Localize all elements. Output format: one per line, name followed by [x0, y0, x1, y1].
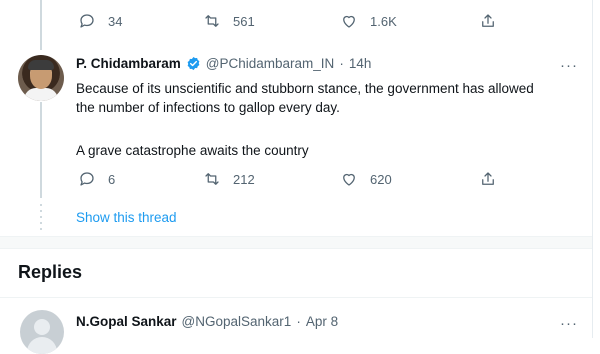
retweet-count: 561: [233, 13, 255, 29]
retweet-icon: [205, 173, 219, 185]
section-divider: [0, 236, 592, 249]
author-handle[interactable]: @PChidambaram_IN: [206, 56, 335, 71]
reply-count: 6: [108, 171, 116, 187]
tweet-time[interactable]: 14h: [349, 56, 372, 71]
divider: [0, 297, 592, 298]
avatar-shirt: [24, 88, 58, 101]
share-icon: [482, 14, 494, 27]
tweet-text-line: Because of its unscientific and stubborn…: [76, 81, 534, 96]
avatar-head: [34, 319, 50, 335]
more-icon[interactable]: ···: [558, 312, 580, 334]
retweet-count: 212: [233, 171, 255, 187]
timeline: 34 561 1.6K P. Chidambaram @PChidambaram…: [0, 0, 600, 354]
verified-badge-icon: [187, 56, 200, 71]
show-thread-link[interactable]: Show this thread: [76, 210, 177, 225]
like-count: 1.6K: [370, 13, 397, 29]
like-icon: [343, 15, 355, 28]
like-count: 620: [370, 171, 392, 187]
avatar-body: [27, 337, 57, 354]
thread-dots: [40, 204, 42, 232]
reply-header: N.Gopal Sankar @NGopalSankar1 · Apr 8: [76, 314, 338, 329]
author-handle[interactable]: @NGopalSankar1: [182, 314, 292, 329]
author-name[interactable]: N.Gopal Sankar: [76, 314, 177, 329]
more-icon[interactable]: ···: [558, 54, 580, 76]
like-action[interactable]: 1.6K: [340, 12, 397, 30]
tweet-text-line: A grave catastrophe awaits the country: [76, 143, 309, 158]
tweet-header: P. Chidambaram @PChidambaram_IN · 14h: [76, 56, 371, 71]
avatar-hair: [28, 60, 54, 70]
avatar[interactable]: [20, 310, 64, 354]
share-action[interactable]: [479, 170, 497, 188]
reply-action[interactable]: 6: [78, 170, 115, 188]
retweet-action[interactable]: 561: [203, 12, 255, 30]
retweet-action[interactable]: 212: [203, 170, 255, 188]
reply-icon: [80, 172, 94, 186]
thread-line: [40, 102, 42, 198]
tweet-text-line: the number of infections to gallop every…: [76, 100, 340, 115]
separator-dot: ·: [339, 56, 344, 71]
retweet-icon: [205, 15, 219, 27]
like-action[interactable]: 620: [340, 170, 392, 188]
thread-line: [40, 0, 42, 50]
column-border: [592, 0, 593, 338]
reply-count: 34: [108, 13, 123, 29]
avatar[interactable]: [18, 55, 64, 101]
share-action[interactable]: [479, 12, 497, 30]
replies-heading: Replies: [18, 262, 83, 282]
reply-icon: [80, 14, 94, 28]
reply-action[interactable]: 34: [78, 12, 122, 30]
reply-date[interactable]: Apr 8: [306, 314, 338, 329]
author-name[interactable]: P. Chidambaram: [76, 56, 181, 71]
like-icon: [343, 173, 355, 186]
share-icon: [482, 172, 494, 185]
separator-dot: ·: [296, 314, 301, 329]
